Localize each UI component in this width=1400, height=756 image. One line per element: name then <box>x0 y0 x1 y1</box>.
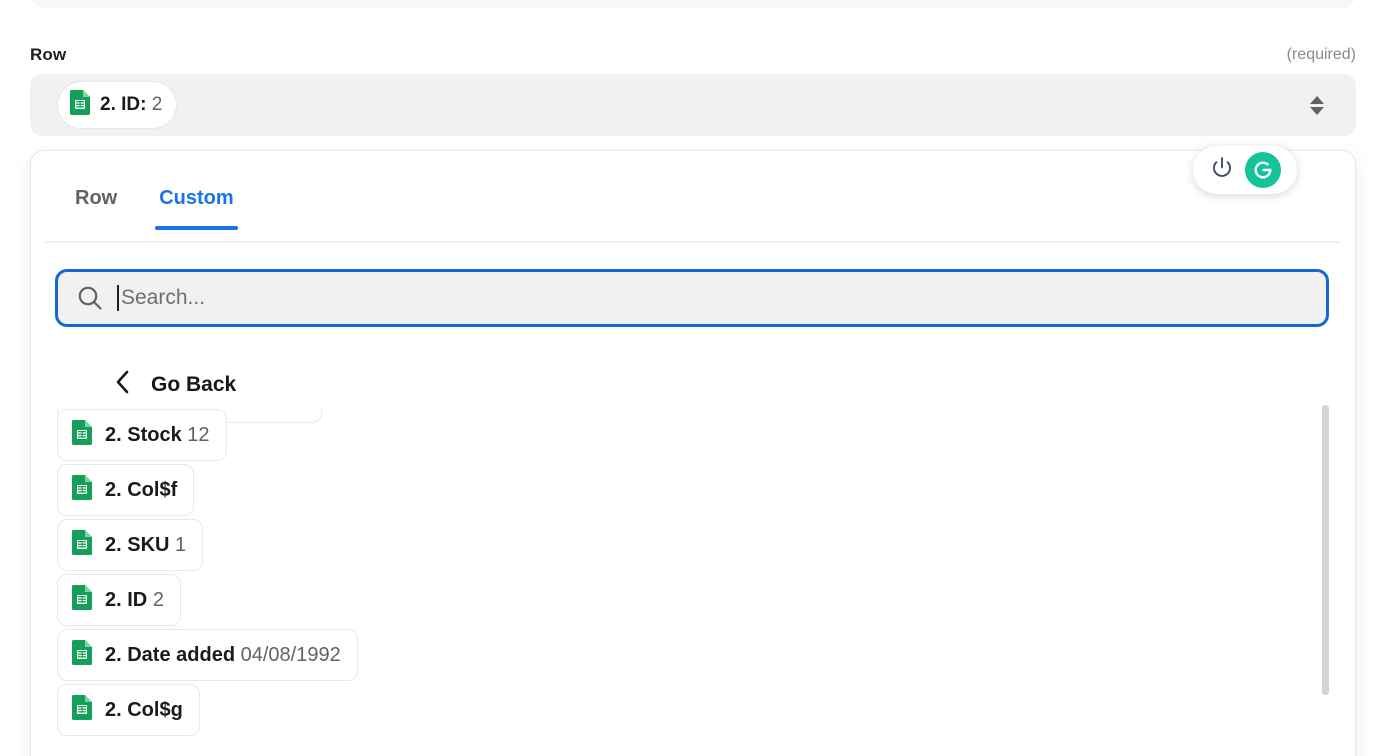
list-item-label: 2. Col$g <box>105 698 183 721</box>
page-title: Row <box>30 45 67 64</box>
list-item[interactable]: 2. SKU 1 <box>57 519 204 571</box>
stepper-arrows-icon[interactable] <box>1310 95 1342 115</box>
search-input[interactable]: Search... <box>121 286 205 310</box>
previous-field-container-clipped <box>30 0 1356 8</box>
google-sheets-icon <box>71 639 93 671</box>
selected-value-chip[interactable]: 2. ID: 2 <box>58 82 177 128</box>
list-item-label: 2. SKU 1 <box>105 533 187 556</box>
go-back-button[interactable]: Go Back <box>115 369 236 400</box>
tab-row[interactable]: Row <box>75 177 117 228</box>
google-sheets-icon <box>71 474 93 506</box>
power-icon[interactable] <box>1209 155 1235 186</box>
dropdown-field-page: Row (required) 2. ID: 2 Row Custom Searc… <box>0 0 1400 756</box>
field-header: Row (required) <box>30 42 1356 68</box>
grammarly-logo-icon[interactable] <box>1245 152 1281 188</box>
list-item[interactable]: 2. Date added 04/08/1992 <box>57 629 358 681</box>
tab-bar: Row Custom <box>45 177 1341 243</box>
list-item-label: 2. Stock 12 <box>105 423 210 446</box>
google-sheets-icon <box>71 694 93 726</box>
list-item-label: 2. Col$f <box>105 478 178 501</box>
search-field[interactable]: Search... <box>55 269 1329 327</box>
list-item[interactable]: 2. Col$g <box>57 684 200 736</box>
go-back-label: Go Back <box>151 372 237 396</box>
google-sheets-icon <box>71 584 93 616</box>
google-sheets-icon <box>69 89 91 121</box>
grammarly-widget[interactable] <box>1193 146 1297 194</box>
dropdown-panel: Row Custom Search... Go Back 2. Stock 12… <box>30 150 1356 756</box>
google-sheets-icon <box>71 529 93 561</box>
list-item[interactable]: 2. Col$f <box>57 464 195 516</box>
list-item-label: 2. ID 2 <box>105 588 164 611</box>
selected-value-text: 2. ID: 2 <box>100 94 163 115</box>
row-select-field[interactable]: 2. ID: 2 <box>30 74 1356 136</box>
list-item[interactable]: 2. ID 2 <box>57 574 181 626</box>
text-cursor <box>117 285 119 311</box>
chevron-up-icon <box>1310 95 1324 104</box>
scrollbar-thumb[interactable] <box>1322 405 1329 695</box>
google-sheets-icon <box>71 419 93 451</box>
chevron-down-icon <box>1310 106 1324 115</box>
list-scrollbar[interactable] <box>1322 405 1329 756</box>
tab-custom[interactable]: Custom <box>155 177 239 230</box>
list-item[interactable]: 2. Stock 12 <box>57 409 227 461</box>
search-icon <box>76 284 104 312</box>
required-note: (required) <box>1286 46 1356 63</box>
list-item-label: 2. Date added 04/08/1992 <box>105 643 341 666</box>
chevron-left-icon <box>115 369 131 400</box>
field-options-list: 2. Stock 12 2. Col$f 2. SKU 1 2. ID 2 2.… <box>31 409 1355 756</box>
